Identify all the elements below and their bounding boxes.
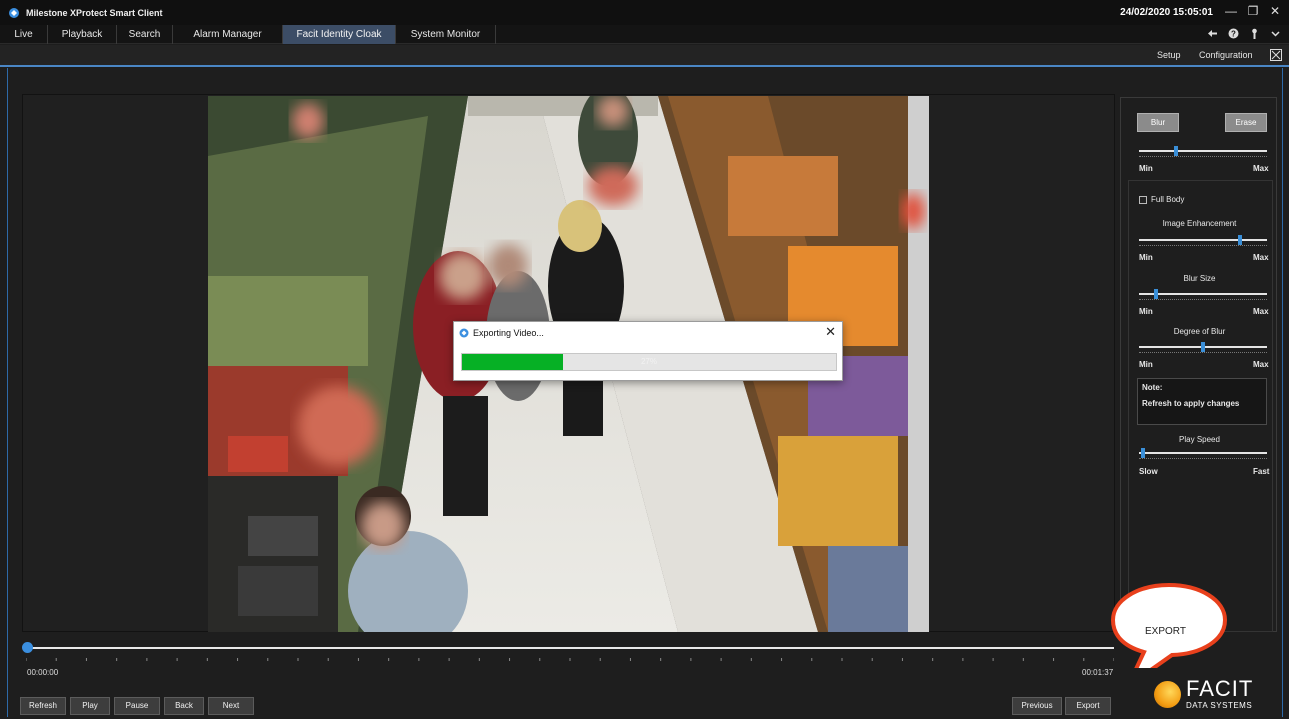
tab-alarm-manager[interactable]: Alarm Manager [173, 25, 283, 44]
degree-of-blur-label: Degree of Blur [1173, 327, 1226, 336]
timeline-start-time: 00:00:00 [27, 668, 59, 677]
play-button[interactable]: Play [70, 697, 110, 715]
timeline-playhead[interactable] [22, 642, 33, 653]
dialog-app-icon [459, 328, 469, 338]
dialog-title: Exporting Video... [473, 328, 544, 338]
setup-link[interactable]: Setup [1157, 50, 1181, 60]
blur-size-slider-thumb[interactable] [1153, 289, 1158, 299]
full-body-checkbox[interactable] [1139, 196, 1147, 204]
blur-size-max-label: Max [1253, 307, 1269, 316]
facit-logo: FACIT DATA SYSTEMS [1148, 676, 1268, 716]
restore-button[interactable]: ❐ [1243, 3, 1263, 19]
note-title: Note: [1142, 383, 1163, 392]
title-bar: Milestone XProtect Smart Client 24/02/20… [0, 0, 1289, 25]
intensity-slider[interactable] [1139, 146, 1267, 156]
smart-client-window: Milestone XProtect Smart Client 24/02/20… [0, 0, 1289, 719]
back-button[interactable]: Back [164, 697, 204, 715]
configuration-link[interactable]: Configuration [1199, 50, 1253, 60]
play-speed-slider[interactable] [1139, 448, 1267, 458]
blur-size-ticks [1139, 299, 1267, 302]
degree-of-blur-slider-thumb[interactable] [1201, 342, 1205, 352]
intensity-min-label: Min [1139, 164, 1153, 173]
minimize-button[interactable]: — [1221, 3, 1241, 19]
refresh-button[interactable]: Refresh [20, 697, 66, 715]
export-button[interactable]: Export [1065, 697, 1111, 715]
intensity-max-label: Max [1253, 164, 1269, 173]
export-progress-bar: 27% [461, 353, 837, 371]
degree-of-blur-min-label: Min [1139, 360, 1153, 369]
facit-logo-subtitle: DATA SYSTEMS [1186, 701, 1253, 710]
export-progress-percent: 27% [640, 357, 657, 366]
close-window-button[interactable]: ✕ [1265, 3, 1285, 19]
cloak-control-panel: Blur Erase Min Max Full Body Image Enhan… [1120, 97, 1277, 632]
tab-system-monitor[interactable]: System Monitor [396, 25, 496, 44]
export-callout-text: EXPORT [1145, 626, 1186, 637]
window-title: Milestone XProtect Smart Client [26, 7, 163, 18]
image-enhancement-slider[interactable] [1139, 235, 1267, 245]
erase-button[interactable]: Erase [1225, 113, 1267, 132]
milestone-logo-icon [9, 7, 19, 18]
blur-size-slider[interactable] [1139, 289, 1267, 299]
degree-of-blur-max-label: Max [1253, 360, 1269, 369]
blur-button[interactable]: Blur [1137, 113, 1179, 132]
back-arrow-icon[interactable] [1207, 28, 1218, 39]
note-box: Note: Refresh to apply changes [1137, 378, 1267, 425]
image-enhancement-min-label: Min [1139, 253, 1153, 262]
tab-facit-identity-cloak[interactable]: Facit Identity Cloak [283, 25, 396, 44]
svg-text:?: ? [1231, 30, 1236, 39]
image-enhancement-ticks [1139, 245, 1267, 248]
image-enhancement-max-label: Max [1253, 253, 1269, 262]
datetime-display: 24/02/2020 15:05:01 [1120, 7, 1213, 18]
main-workspace: Blur Erase Min Max Full Body Image Enhan… [7, 68, 1283, 717]
timeline[interactable]: 00:00:00 00:01:37 [22, 634, 1118, 692]
play-speed-min-label: Slow [1139, 467, 1158, 476]
facit-logo-name: FACIT [1186, 676, 1254, 701]
timeline-track[interactable] [26, 647, 1114, 649]
image-enhancement-slider-thumb[interactable] [1238, 235, 1243, 245]
export-progress-dialog: Exporting Video... ✕ 27% [453, 321, 843, 381]
blur-size-min-label: Min [1139, 307, 1153, 316]
play-speed-label: Play Speed [1179, 435, 1220, 444]
play-speed-ticks [1139, 458, 1267, 461]
pause-button[interactable]: Pause [114, 697, 160, 715]
note-text: Refresh to apply changes [1142, 399, 1240, 408]
timeline-ticks [26, 658, 1114, 661]
chevron-down-icon[interactable] [1270, 28, 1281, 39]
intensity-ticks [1139, 156, 1267, 159]
tab-playback[interactable]: Playback [48, 25, 117, 44]
user-icon[interactable] [1249, 28, 1260, 39]
full-body-label: Full Body [1151, 195, 1185, 204]
help-icon[interactable]: ? [1228, 28, 1239, 39]
export-callout-bubble [1110, 582, 1228, 668]
play-speed-max-label: Fast [1253, 467, 1270, 476]
previous-button[interactable]: Previous [1012, 697, 1062, 715]
fullscreen-icon[interactable] [1270, 49, 1282, 61]
play-speed-slider-thumb[interactable] [1141, 448, 1146, 458]
timeline-end-time: 00:01:37 [1082, 668, 1114, 677]
top-toolbar: Setup Configuration [0, 45, 1289, 67]
image-enhancement-label: Image Enhancement [1162, 219, 1237, 228]
main-tabs: Live Playback Search Alarm Manager Facit… [0, 25, 1289, 44]
degree-of-blur-ticks [1139, 352, 1267, 355]
blur-size-label: Blur Size [1183, 274, 1216, 283]
dialog-close-icon[interactable]: ✕ [825, 324, 836, 340]
facit-logo-sphere-icon [1154, 681, 1181, 708]
intensity-slider-thumb[interactable] [1173, 146, 1178, 156]
tab-search[interactable]: Search [117, 25, 173, 44]
next-button[interactable]: Next [208, 697, 254, 715]
tab-live[interactable]: Live [0, 25, 48, 44]
tab-bar-icons: ? [1207, 28, 1281, 39]
degree-of-blur-slider[interactable] [1139, 342, 1267, 352]
